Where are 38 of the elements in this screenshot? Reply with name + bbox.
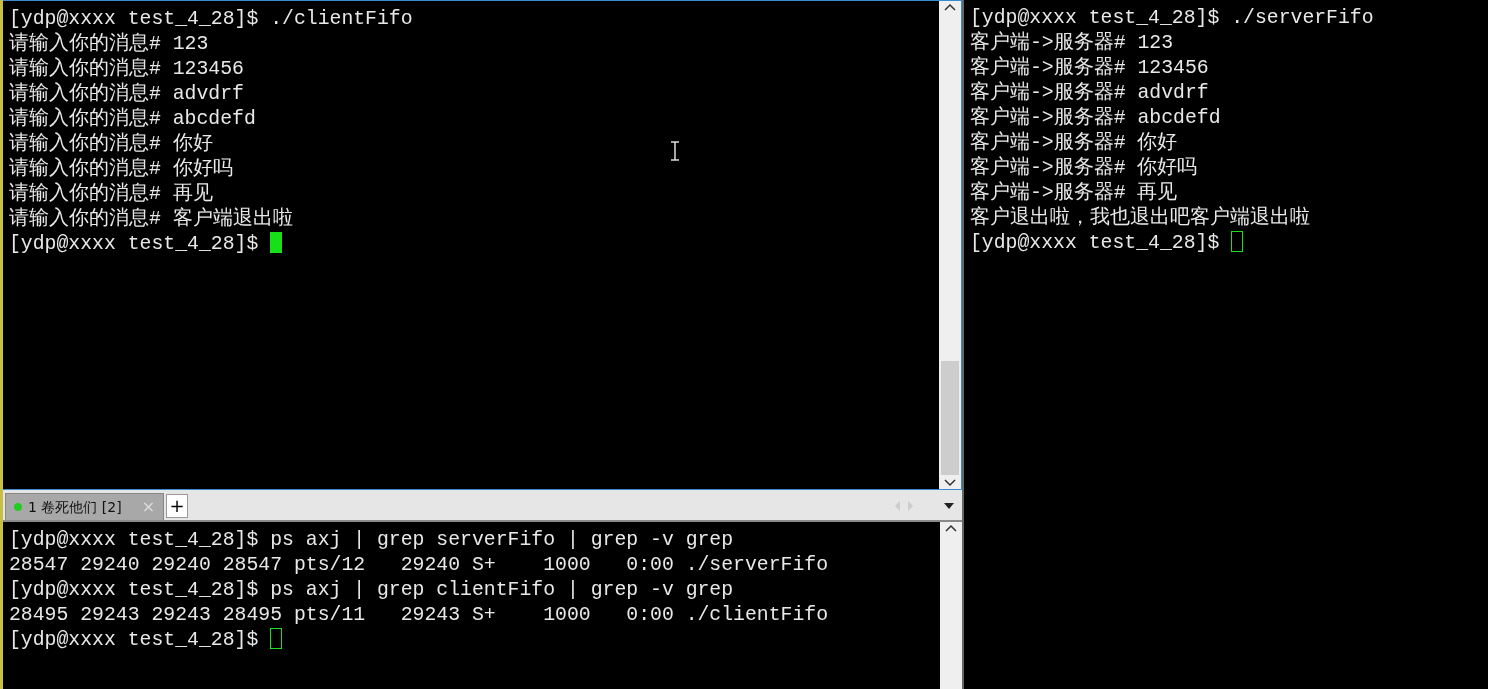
terminal-line: 请输入你的消息# 你好 (9, 132, 213, 157)
terminal-line: 客户端->服务器# 123456 (970, 56, 1209, 81)
terminal-prompt: [ydp@xxxx test_4_28]$ (970, 232, 1221, 254)
terminal-line: 客户端->服务器# 123 (970, 31, 1174, 56)
terminal-line: [ydp@xxxx test_4_28]$ ./clientFifo (9, 7, 413, 32)
terminal-line: 客户端->服务器# 再见 (970, 181, 1178, 206)
scrollbar-thumb[interactable] (941, 361, 959, 475)
scrollbar[interactable] (939, 1, 961, 489)
scroll-up-icon[interactable] (945, 524, 957, 532)
tab-label: 1 卷死他们 [2] (28, 497, 122, 517)
terminal-line: 请输入你的消息# 你好吗 (9, 157, 233, 182)
terminal-line: 客户端->服务器# 你好吗 (970, 156, 1198, 181)
terminal-line: 请输入你的消息# advdrf (9, 82, 244, 107)
terminal-line: 请输入你的消息# 再见 (9, 182, 213, 207)
terminal-prompt: [ydp@xxxx test_4_28]$ (9, 629, 260, 651)
terminal-line: 客户端->服务器# 你好 (970, 131, 1178, 156)
terminal-prompt: [ydp@xxxx test_4_28]$ (9, 233, 260, 255)
text-cursor-icon (670, 141, 680, 161)
terminal-line: 客户退出啦，我也退出吧客户端退出啦 (970, 206, 1310, 231)
scroll-up-icon[interactable] (944, 3, 956, 11)
terminal-tab[interactable]: 1 卷死他们 [2] × (5, 493, 165, 520)
new-tab-button[interactable]: + (166, 494, 189, 518)
terminal-line: [ydp@xxxx test_4_28]$ ./serverFifo (970, 6, 1374, 31)
terminal-line: [ydp@xxxx test_4_28]$ ps axj | grep serverFifo | grep -v grep (9, 528, 734, 553)
terminal-line: 客户端->服务器# advdrf (970, 81, 1209, 106)
scroll-down-icon[interactable] (944, 479, 956, 487)
terminal-line: 客户端->服务器# abcdefd (970, 106, 1221, 131)
scrollbar[interactable] (940, 522, 962, 689)
scroll-right-icon[interactable] (907, 500, 914, 512)
terminal-line: 请输入你的消息# 123 (9, 32, 209, 57)
terminal-line: 请输入你的消息# 客户端退出啦 (9, 207, 293, 232)
dropdown-icon[interactable] (944, 503, 954, 509)
scroll-left-icon[interactable] (894, 500, 901, 512)
terminal-line: 请输入你的消息# 123456 (9, 57, 244, 82)
terminal-line: [ydp@xxxx test_4_28]$ ps axj | grep clientFifo | grep -v grep (9, 578, 734, 603)
terminal-line: 28547 29240 29240 28547 pts/12 29240 S+ 1000 0:00 ./serverFifo (9, 553, 829, 578)
terminal-line: 请输入你的消息# abcdefd (9, 107, 256, 132)
terminal-line: 28495 29243 29243 28495 pts/11 29243 S+ 1000 0:00 ./clientFifo (9, 603, 829, 628)
